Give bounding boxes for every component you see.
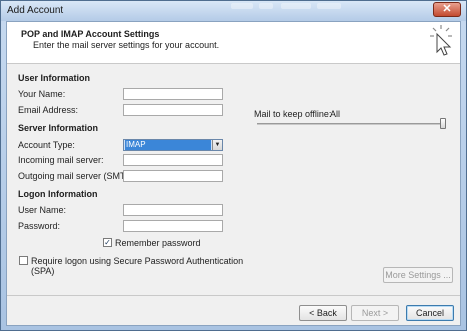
window-title: Add Account	[7, 5, 64, 16]
account-type-select[interactable]: IMAP ▼	[123, 139, 223, 151]
spa-label: Require logon using Secure Password Auth…	[31, 256, 244, 266]
chevron-down-icon[interactable]: ▼	[212, 140, 222, 150]
spa-checkbox[interactable]	[19, 256, 28, 265]
back-button[interactable]: < Back	[299, 305, 347, 321]
close-icon: ✕	[442, 3, 452, 15]
account-type-label: Account Type:	[18, 140, 75, 150]
more-settings-button[interactable]: More Settings ...	[383, 267, 453, 283]
header-subtitle: Enter the mail server settings for your …	[33, 40, 220, 50]
close-button[interactable]: ✕	[433, 2, 461, 17]
incoming-server-input[interactable]	[123, 154, 223, 166]
title-bar-decoration	[281, 3, 311, 9]
email-address-input[interactable]	[123, 104, 223, 116]
account-type-selected-value: IMAP	[125, 140, 211, 150]
logon-information-heading: Logon Information	[18, 189, 98, 199]
password-label: Password:	[18, 221, 61, 231]
your-name-input[interactable]	[123, 88, 223, 100]
incoming-server-label: Incoming mail server:	[18, 155, 104, 165]
header-title: POP and IMAP Account Settings	[21, 29, 160, 39]
add-account-window: Add Account ✕ POP and IMAP Account Setti…	[0, 0, 467, 331]
mail-offline-slider-thumb[interactable]	[440, 118, 446, 129]
password-input[interactable]	[123, 220, 223, 232]
title-bar[interactable]: Add Account ✕	[1, 1, 466, 21]
title-bar-decoration	[259, 3, 273, 9]
your-name-label: Your Name:	[18, 89, 66, 99]
spa-label-continued: (SPA)	[31, 266, 55, 276]
wizard-cursor-icon	[430, 25, 452, 56]
dialog-client-area: POP and IMAP Account Settings Enter the …	[6, 21, 461, 326]
remember-password-checkbox[interactable]: ✓	[103, 238, 112, 247]
email-address-label: Email Address:	[18, 105, 79, 115]
user-information-heading: User Information	[18, 73, 91, 83]
mail-offline-value: All	[330, 109, 341, 119]
outgoing-server-label: Outgoing mail server (SMTP):	[18, 171, 138, 181]
cancel-button[interactable]: Cancel	[406, 305, 454, 321]
remember-password-label: Remember password	[115, 238, 201, 248]
user-name-input[interactable]	[123, 204, 223, 216]
footer-separator	[7, 295, 460, 296]
server-information-heading: Server Information	[18, 123, 99, 133]
checkmark-icon: ✓	[104, 238, 111, 247]
title-bar-decoration	[317, 3, 341, 9]
title-bar-decoration	[231, 3, 253, 9]
outgoing-server-input[interactable]	[123, 170, 223, 182]
dialog-header: POP and IMAP Account Settings Enter the …	[7, 22, 460, 64]
mail-offline-label: Mail to keep offline:	[254, 109, 332, 119]
next-button[interactable]: Next >	[351, 305, 399, 321]
user-name-label: User Name:	[18, 205, 67, 215]
mail-offline-slider-track[interactable]	[257, 123, 445, 125]
